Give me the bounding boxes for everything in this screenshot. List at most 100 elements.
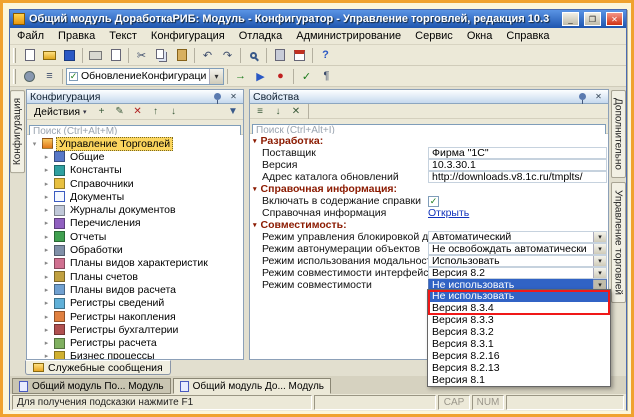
expand-icon[interactable]: ▸: [42, 286, 51, 294]
tree-row[interactable]: ▸ Регистры сведений: [27, 297, 243, 310]
print-button[interactable]: [86, 46, 105, 64]
tree-row[interactable]: ▸ Планы видов характеристик: [27, 257, 243, 270]
combo-arrow-icon[interactable]: ▾: [593, 244, 606, 254]
tree-row[interactable]: ▸ Регистры расчета: [27, 336, 243, 349]
dropdown-item-4[interactable]: Версия 8.3.1: [428, 338, 610, 350]
move-up-button[interactable]: ↑: [148, 105, 164, 119]
expand-icon[interactable]: ▸: [42, 352, 51, 359]
combo-arrow-icon[interactable]: ▾: [593, 232, 606, 242]
dropdown-item-1[interactable]: Версия 8.3.4: [428, 302, 610, 314]
clear-button[interactable]: ✕: [288, 104, 304, 118]
property-value[interactable]: http://downloads.v8.1c.ru/tmplts/: [428, 171, 607, 183]
right-tab-1[interactable]: Управление торговлей: [610, 181, 626, 303]
menu-item-7[interactable]: Окна: [460, 29, 500, 43]
menu-item-0[interactable]: Файл: [10, 29, 51, 43]
combo-arrow-icon[interactable]: ▾: [593, 256, 606, 266]
expand-icon[interactable]: ▸: [42, 273, 51, 281]
section-header[interactable]: ▾ Справочная информация:: [250, 183, 608, 195]
service-messages-tab[interactable]: Служебные сообщения: [25, 360, 171, 375]
menu-item-4[interactable]: Отладка: [232, 29, 289, 43]
tree-row[interactable]: ▸ Документы: [27, 190, 243, 203]
menu-item-1[interactable]: Правка: [51, 29, 102, 43]
breakpoint-button[interactable]: ●: [271, 67, 290, 85]
menu-item-5[interactable]: Администрирование: [289, 29, 408, 43]
window-tab-1[interactable]: Общий модуль До... Модуль: [172, 378, 331, 394]
tree-row[interactable]: ▸ Регистры накопления: [27, 310, 243, 323]
module-selector-combo[interactable]: ✓ ОбновлениеКонфигурации ▾: [66, 67, 224, 85]
toolbar-grip[interactable]: [13, 47, 16, 63]
print-preview-button[interactable]: [106, 46, 125, 64]
menu-item-2[interactable]: Текст: [102, 29, 144, 43]
add-item-button[interactable]: +: [94, 105, 110, 119]
module-settings-button[interactable]: [20, 67, 39, 85]
property-value[interactable]: Использовать ▾: [428, 255, 607, 267]
expand-icon[interactable]: ▸: [42, 339, 51, 347]
start-debug-button[interactable]: ▶: [251, 67, 270, 85]
close-button[interactable]: ✕: [606, 12, 623, 26]
dropdown-item-3[interactable]: Версия 8.3.2: [428, 326, 610, 338]
menu-item-3[interactable]: Конфигурация: [144, 29, 232, 43]
checkbox[interactable]: ✓: [428, 195, 439, 207]
expand-icon[interactable]: ▸: [42, 233, 51, 241]
section-header[interactable]: ▾ Разработка:: [250, 135, 608, 147]
dropdown-item-6[interactable]: Версия 8.2.13: [428, 362, 610, 374]
tree-row[interactable]: ▸ Обработки: [27, 243, 243, 256]
menu-item-6[interactable]: Сервис: [408, 29, 460, 43]
tree-row[interactable]: ▸ Журналы документов: [27, 203, 243, 216]
find-button[interactable]: [244, 46, 263, 64]
expand-icon[interactable]: ▸: [42, 246, 51, 254]
property-value[interactable]: 10.3.30.1: [428, 159, 607, 171]
move-down-button[interactable]: ↓: [166, 105, 182, 119]
menu-item-8[interactable]: Справка: [499, 29, 556, 43]
right-tab-0[interactable]: Дополнительно: [610, 90, 626, 178]
pin-icon[interactable]: [576, 91, 589, 104]
tree-row[interactable]: ▸ Константы: [27, 164, 243, 177]
format-button[interactable]: ¶: [317, 67, 336, 85]
configuration-panel-header[interactable]: Конфигурация ✕: [27, 90, 243, 104]
list-view-button[interactable]: ≡: [252, 104, 268, 118]
tree-row[interactable]: ▸ Отчеты: [27, 230, 243, 243]
save-button[interactable]: [60, 46, 79, 64]
left-tab-configuration[interactable]: Конфигурация: [10, 90, 25, 174]
property-value[interactable]: Автоматический ▾: [428, 231, 607, 243]
property-value[interactable]: Не освобождать автоматически ▾: [428, 243, 607, 255]
chevron-down-icon[interactable]: ▾: [209, 68, 223, 84]
dropdown-item-7[interactable]: Версия 8.1: [428, 374, 610, 386]
delete-item-button[interactable]: ✕: [130, 105, 146, 119]
help-button[interactable]: ?: [316, 46, 335, 64]
tree-row[interactable]: ▸ Регистры бухгалтерии: [27, 323, 243, 336]
expand-icon[interactable]: ▸: [42, 299, 51, 307]
maximize-button[interactable]: ❐: [584, 12, 601, 26]
expand-icon[interactable]: ▸: [42, 153, 51, 161]
tree-row[interactable]: ▸ Справочники: [27, 177, 243, 190]
window-tab-0[interactable]: Общий модуль По... Модуль: [12, 378, 171, 394]
calendar-button[interactable]: [290, 46, 309, 64]
expand-icon[interactable]: ▸: [42, 206, 51, 214]
cut-button[interactable]: ✂: [132, 46, 151, 64]
open-button[interactable]: [40, 46, 59, 64]
tree-row[interactable]: ▸ Общие: [27, 150, 243, 163]
tree-row[interactable]: ▾ Управление Торговлей: [27, 136, 243, 151]
redo-button[interactable]: ↷: [218, 46, 237, 64]
dropdown-item-2[interactable]: Версия 8.3.3: [428, 314, 610, 326]
expand-icon[interactable]: ▸: [42, 193, 51, 201]
properties-panel-header[interactable]: Свойства ✕: [250, 90, 608, 104]
sort-button[interactable]: ↓: [270, 104, 286, 118]
pin-icon[interactable]: [211, 91, 224, 104]
expand-icon[interactable]: ▸: [42, 326, 51, 334]
expand-icon[interactable]: ▸: [42, 313, 51, 321]
actions-button[interactable]: Действия ▾: [29, 105, 92, 119]
expand-icon[interactable]: ▸: [42, 166, 51, 174]
section-header[interactable]: ▾ Совместимость:: [250, 219, 608, 231]
tree-row[interactable]: ▸ Перечисления: [27, 217, 243, 230]
copy-button[interactable]: [152, 46, 171, 64]
filter-button[interactable]: ▼: [225, 105, 241, 119]
dropdown-item-5[interactable]: Версия 8.2.16: [428, 350, 610, 362]
paste-button[interactable]: [172, 46, 191, 64]
property-value[interactable]: Фирма "1С": [428, 147, 607, 159]
expand-icon[interactable]: ▸: [42, 180, 51, 188]
syntax-check-button[interactable]: ✓: [297, 67, 316, 85]
toolbar-grip[interactable]: [13, 68, 16, 84]
goto-definition-button[interactable]: →: [231, 67, 250, 85]
close-panel-icon[interactable]: ✕: [227, 91, 240, 103]
